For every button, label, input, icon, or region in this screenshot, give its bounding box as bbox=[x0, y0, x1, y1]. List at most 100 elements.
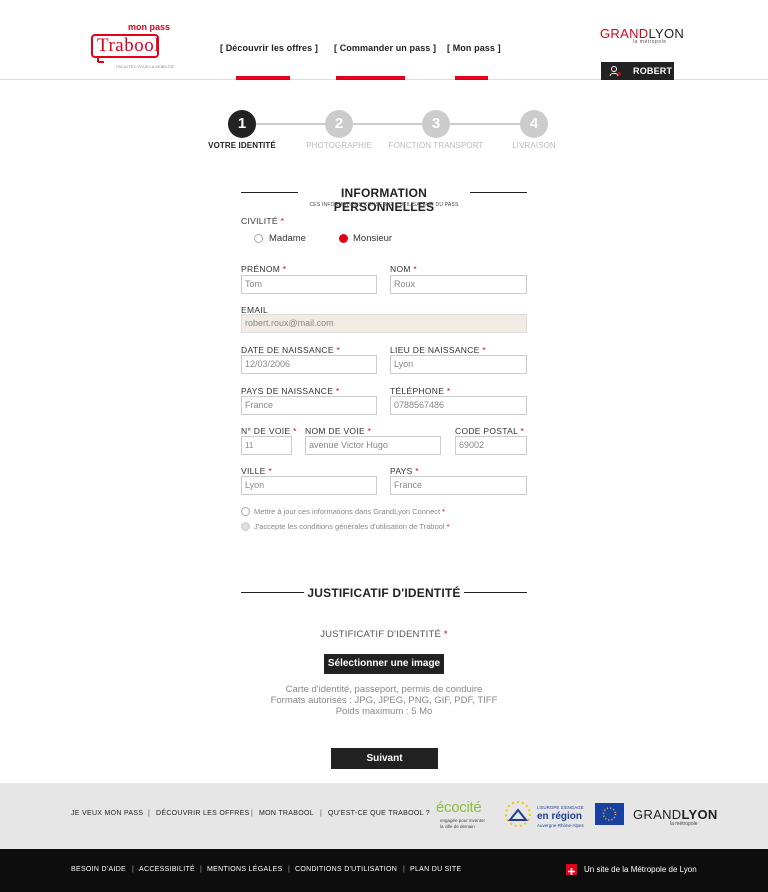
section-divider-left bbox=[241, 192, 298, 193]
metropole-link[interactable]: Un site de la Métropole de Lyon bbox=[584, 865, 697, 874]
radio-monsieur[interactable] bbox=[339, 234, 348, 243]
personal-info-title: INFORMATION PERSONNELLES bbox=[333, 186, 435, 214]
footer-link-legal[interactable]: MENTIONS LÉGALES bbox=[207, 866, 283, 873]
accept-terms-label[interactable]: J'accepte les conditions générales d'uti… bbox=[254, 522, 450, 531]
streetnum-label: N° DE VOIE * bbox=[241, 426, 297, 436]
select-image-button[interactable]: Sélectionner une image bbox=[324, 654, 444, 674]
nav-my-pass[interactable]: [ Mon pass ] bbox=[447, 43, 501, 53]
phone-label: TÉLÉPHONE * bbox=[390, 386, 451, 396]
logo-mon-pass: mon pass bbox=[128, 22, 171, 32]
identity-document-label: JUSTIFICATIF D'IDENTITÉ * bbox=[320, 629, 448, 640]
logo-wordmark: Trabool bbox=[97, 35, 160, 56]
user-name: ROBERT bbox=[633, 66, 673, 76]
identity-title: JUSTIFICATIF D'IDENTITÉ bbox=[307, 586, 461, 600]
birthdate-input[interactable]: 12/03/2006 bbox=[241, 355, 377, 374]
section-divider-right bbox=[470, 192, 527, 193]
step-4-label: LIVRAISON bbox=[512, 141, 556, 150]
city-label: VILLE * bbox=[241, 466, 272, 476]
nav-order-pass[interactable]: [ Commander un pass ] bbox=[334, 43, 436, 53]
email-field: robert.roux@mail.com bbox=[241, 314, 527, 333]
firstname-input[interactable]: Tom bbox=[241, 275, 377, 294]
region-sub-text: Auvergne-Rhône-Alpes bbox=[537, 823, 584, 828]
zip-label: CODE POSTAL * bbox=[455, 426, 525, 436]
identity-divider-left bbox=[241, 592, 304, 593]
lastname-input[interactable]: Roux bbox=[390, 275, 527, 294]
region-main-text: en région bbox=[537, 811, 583, 822]
step-3-label: FONCTION TRANSPORT bbox=[388, 141, 484, 150]
region-stars-icon bbox=[505, 801, 531, 827]
step-connector bbox=[450, 123, 524, 125]
footer-separator: | bbox=[251, 810, 253, 817]
footer-separator: | bbox=[200, 866, 202, 873]
update-grandlyon-label[interactable]: Mettre à jour ces informations dans Gran… bbox=[254, 507, 445, 516]
streetnum-input[interactable]: 11 bbox=[241, 436, 292, 455]
identity-divider-right bbox=[464, 592, 527, 593]
footer-separator: | bbox=[403, 866, 405, 873]
birthplace-input[interactable]: Lyon bbox=[390, 355, 527, 374]
metropole-icon bbox=[566, 864, 577, 875]
identity-help-size: Poids maximum : 5 Mo bbox=[335, 706, 433, 717]
step-1-circle[interactable]: 1 bbox=[228, 110, 256, 138]
footer-link-want-pass[interactable]: JE VEUX MON PASS bbox=[71, 810, 143, 817]
footer-separator: | bbox=[132, 866, 134, 873]
birthcountry-label: PAYS DE NAISSANCE * bbox=[241, 386, 340, 396]
ecocite-sub2: la ville de demain bbox=[440, 824, 475, 829]
grandlyon-footer-sub: la métropole bbox=[670, 821, 698, 827]
birthplace-label: LIEU DE NAISSANCE * bbox=[390, 345, 486, 355]
region-top-text: L'EUROPE S'ENGAGE bbox=[537, 805, 584, 810]
lastname-label: NOM * bbox=[390, 264, 418, 274]
user-account-button[interactable]: ROBERT bbox=[601, 62, 674, 80]
nav-discover-offers[interactable]: [ Découvrir les offres ] bbox=[220, 43, 318, 53]
update-grandlyon-checkbox[interactable] bbox=[241, 507, 250, 516]
street-input[interactable]: avenue Victor Hugo bbox=[305, 436, 441, 455]
footer-link-help[interactable]: BESOIN D'AIDE bbox=[71, 866, 126, 873]
street-label: NOM DE VOIE * bbox=[305, 426, 372, 436]
footer-link-sitemap[interactable]: PLAN DU SITE bbox=[410, 866, 461, 873]
footer-link-terms[interactable]: CONDITIONS D'UTILISATION bbox=[295, 866, 397, 873]
footer-separator: | bbox=[320, 810, 322, 817]
footer-link-what-is[interactable]: QU'EST-CE QUE TRABOOL ? bbox=[328, 810, 430, 817]
step-connector bbox=[353, 123, 427, 125]
nav-discover-underline bbox=[236, 76, 290, 80]
identity-help-formats: Formats autorisés : JPG, JPEG, PNG, GIF,… bbox=[270, 695, 498, 706]
ecocite-wordmark: écocité bbox=[436, 799, 482, 816]
step-2-label: PHOTOGRAPHIE bbox=[306, 141, 372, 150]
zip-input[interactable]: 69002 bbox=[455, 436, 527, 455]
grandlyon-sub: la métropole bbox=[633, 39, 667, 45]
user-icon bbox=[609, 66, 621, 77]
nav-mypass-underline bbox=[455, 76, 488, 80]
footer-link-offers[interactable]: DÉCOUVRIR LES OFFRES bbox=[156, 810, 250, 817]
step-1-label: VOTRE IDENTITÉ bbox=[208, 141, 276, 150]
radio-madame[interactable] bbox=[254, 234, 263, 243]
step-connector bbox=[256, 123, 330, 125]
eu-flag-icon[interactable] bbox=[595, 803, 624, 825]
logo-tagline: FACILITEZ-VOUS LA MOBILITÉ bbox=[116, 64, 175, 69]
country-input[interactable]: France bbox=[390, 476, 527, 495]
civility-label: CIVILITÉ * bbox=[241, 216, 285, 226]
city-input[interactable]: Lyon bbox=[241, 476, 377, 495]
birthdate-label: DATE DE NAISSANCE * bbox=[241, 345, 341, 355]
step-4-circle[interactable]: 4 bbox=[520, 110, 548, 138]
personal-info-subtitle: CES INFORMATIONS CONSERNE L'UTILISATEUR … bbox=[309, 202, 459, 208]
footer-separator: | bbox=[288, 866, 290, 873]
accept-terms-checkbox[interactable] bbox=[241, 522, 250, 531]
footer-link-accessibility[interactable]: ACCESSIBILITÉ bbox=[139, 866, 195, 873]
site-header: mon pass Trabool FACILITEZ-VOUS LA MOBIL… bbox=[0, 0, 768, 80]
grandlyon-footer-wordmark: GRANDLYON bbox=[633, 807, 718, 822]
trabool-logo[interactable]: mon pass Trabool FACILITEZ-VOUS LA MOBIL… bbox=[88, 22, 174, 72]
radio-monsieur-label[interactable]: Monsieur bbox=[353, 233, 392, 244]
phone-input[interactable]: 0788567486 bbox=[390, 396, 527, 415]
footer-separator: | bbox=[148, 810, 150, 817]
step-3-circle[interactable]: 3 bbox=[422, 110, 450, 138]
ecocite-sub1: engagée pour inventer bbox=[440, 818, 486, 823]
footer-link-my-trabool[interactable]: MON TRABOOL bbox=[259, 810, 314, 817]
country-label: PAYS * bbox=[390, 466, 419, 476]
firstname-label: PRÉNOM * bbox=[241, 264, 287, 274]
radio-madame-label[interactable]: Madame bbox=[269, 233, 306, 244]
nav-order-underline bbox=[336, 76, 405, 80]
birthcountry-input[interactable]: France bbox=[241, 396, 377, 415]
step-2-circle[interactable]: 2 bbox=[325, 110, 353, 138]
eu-stars-icon bbox=[602, 807, 617, 821]
identity-help-docs: Carte d'identité, passeport, permis de c… bbox=[285, 684, 483, 695]
next-button[interactable]: Suivant bbox=[331, 748, 438, 769]
